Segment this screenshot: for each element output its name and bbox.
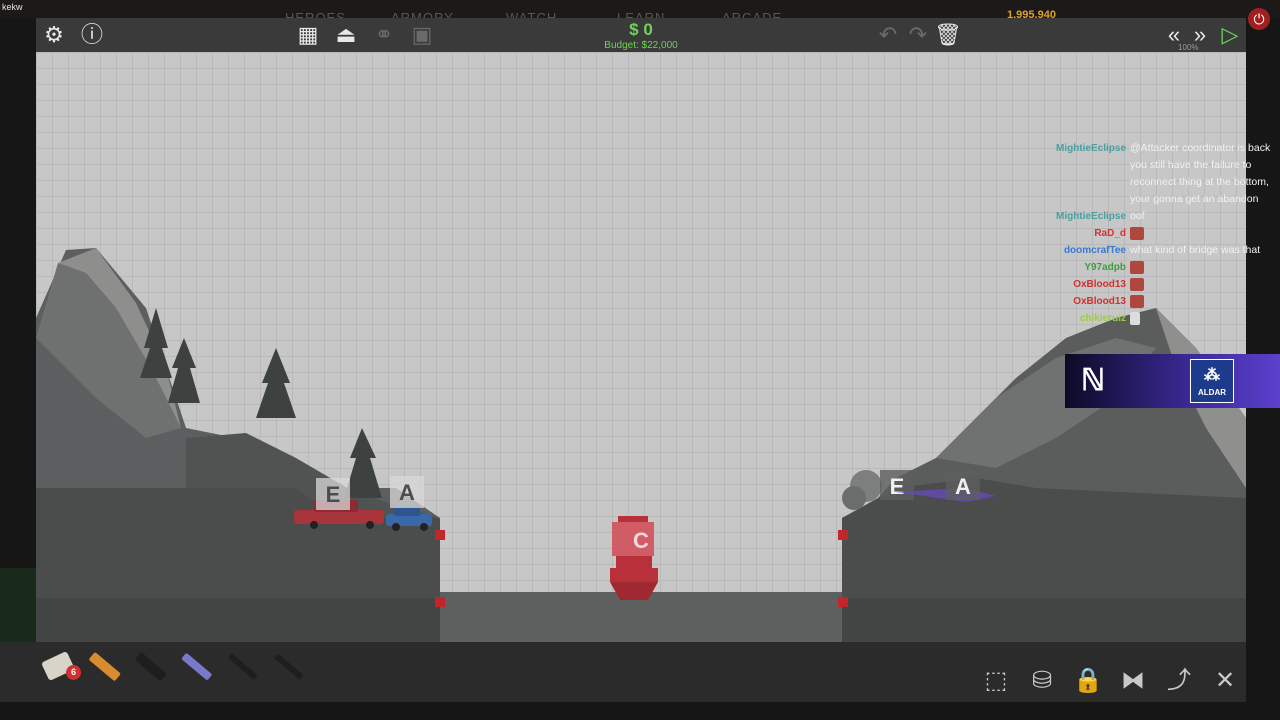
stream-chat: MightieEclipse @Attacker coordinator is … <box>1028 140 1278 327</box>
chat-username: doomcrafTee <box>1063 245 1126 256</box>
bridge-scene: E A E A C <box>36 248 1246 660</box>
chat-username: Y97adpb <box>1084 262 1126 273</box>
game-window: E A E A C ⚙ ⓘ ▦ ⏏ ⚭ ▣ $ 0 Budget: $22,00… <box>36 18 1246 660</box>
select-area-icon[interactable]: ⬚ <box>979 666 1013 696</box>
sponsor-mark-icon: ⁂ <box>1204 367 1220 384</box>
chat-username: OxBlood13 <box>1073 279 1126 290</box>
car-wheel <box>392 523 400 531</box>
emote-icon <box>1130 226 1144 240</box>
close-icon[interactable]: ✕ <box>1208 666 1242 696</box>
chat-username: MightieEclipse <box>1055 143 1126 154</box>
sponsor-name: ALDAR <box>1198 388 1226 397</box>
left-marker-e-label: E <box>326 482 341 507</box>
chat-username: chikieruiz <box>1079 313 1126 324</box>
power-icon[interactable]: ⏻ <box>1248 8 1270 30</box>
right-marker-a-label: A <box>955 474 971 499</box>
play-icon[interactable]: ▷ <box>1216 22 1244 48</box>
left-marker-a-label: A <box>399 480 415 505</box>
wood-material-icon[interactable] <box>86 648 122 684</box>
anchor-point <box>838 597 848 607</box>
chat-message: OxBlood13 <box>1028 276 1278 293</box>
chat-message: OxBlood13 <box>1028 293 1278 310</box>
tree-icon <box>256 348 296 418</box>
budget-display: Budget: $22,000 <box>604 40 678 51</box>
hydraulic-material-icon[interactable] <box>178 648 214 684</box>
rope-material-icon[interactable] <box>224 648 260 684</box>
mirror-icon[interactable]: ⧓ <box>1116 666 1150 696</box>
boulder <box>842 486 866 510</box>
info-icon[interactable]: ⓘ <box>78 22 106 48</box>
chat-username: RaD_d <box>1094 228 1126 239</box>
camera-icon[interactable]: ▣ <box>408 22 436 48</box>
anchor-point <box>435 597 445 607</box>
bike-icon[interactable]: ⚭ <box>370 22 398 48</box>
steel-material-icon[interactable] <box>132 648 168 684</box>
spline-icon[interactable]: ⤴ <box>1162 666 1196 696</box>
chat-message: Y97adpb <box>1028 259 1278 276</box>
anchor-point <box>838 530 848 540</box>
bridge-layers-icon[interactable]: ▦ <box>294 22 322 48</box>
emote-icon <box>1130 277 1144 291</box>
money-display: $ 0 <box>629 20 653 39</box>
chat-message: RaD_d <box>1028 225 1278 242</box>
chat-message: chikieruiz <box>1028 310 1278 327</box>
chat-text: @Attacker coordinator is back you still … <box>1130 142 1271 205</box>
stream-label: kekw <box>2 2 23 12</box>
chat-message: MightieEclipse @Attacker coordinator is … <box>1028 140 1278 208</box>
sponsor-logo: ⁂ ALDAR <box>1190 359 1234 403</box>
tree-icon <box>168 338 200 403</box>
chat-message: doomcrafTee what kind of bridge was that <box>1028 242 1278 259</box>
right-marker-e-label: E <box>890 474 905 499</box>
chat-text: what kind of bridge was that <box>1130 244 1261 256</box>
car-wheel <box>420 523 428 531</box>
car-wheel <box>310 521 318 529</box>
stream-stage: kekw HEROES ARMORY WATCH LEARN ARCADE 1,… <box>0 0 1280 720</box>
emote-icon <box>1130 311 1140 325</box>
car-wheel <box>366 521 374 529</box>
chat-text: oof <box>1130 210 1145 222</box>
redo-icon[interactable]: ↷ <box>904 22 932 48</box>
checkpoint-label: C <box>633 528 649 553</box>
chat-username: MightieEclipse <box>1055 211 1126 222</box>
team-logo-icon: ℕ <box>1080 364 1106 397</box>
undo-icon[interactable]: ↶ <box>874 22 902 48</box>
paint-icon[interactable]: ⛁ <box>1025 666 1059 696</box>
weight-icon[interactable]: ⏏ <box>332 22 360 48</box>
gear-icon[interactable]: ⚙ <box>40 22 68 48</box>
chat-message: MightieEclipse oof <box>1028 208 1278 225</box>
emote-icon <box>1130 260 1144 274</box>
lock-icon[interactable]: 🔒 <box>1071 666 1105 696</box>
road-count-badge: 6 <box>66 665 81 680</box>
chat-username: OxBlood13 <box>1073 296 1126 307</box>
trash-icon[interactable]: 🗑 <box>934 22 962 48</box>
speed-label: 100% <box>1178 43 1199 52</box>
cable-material-icon[interactable] <box>270 648 306 684</box>
anchor-point <box>435 530 445 540</box>
emote-icon <box>1130 294 1144 308</box>
